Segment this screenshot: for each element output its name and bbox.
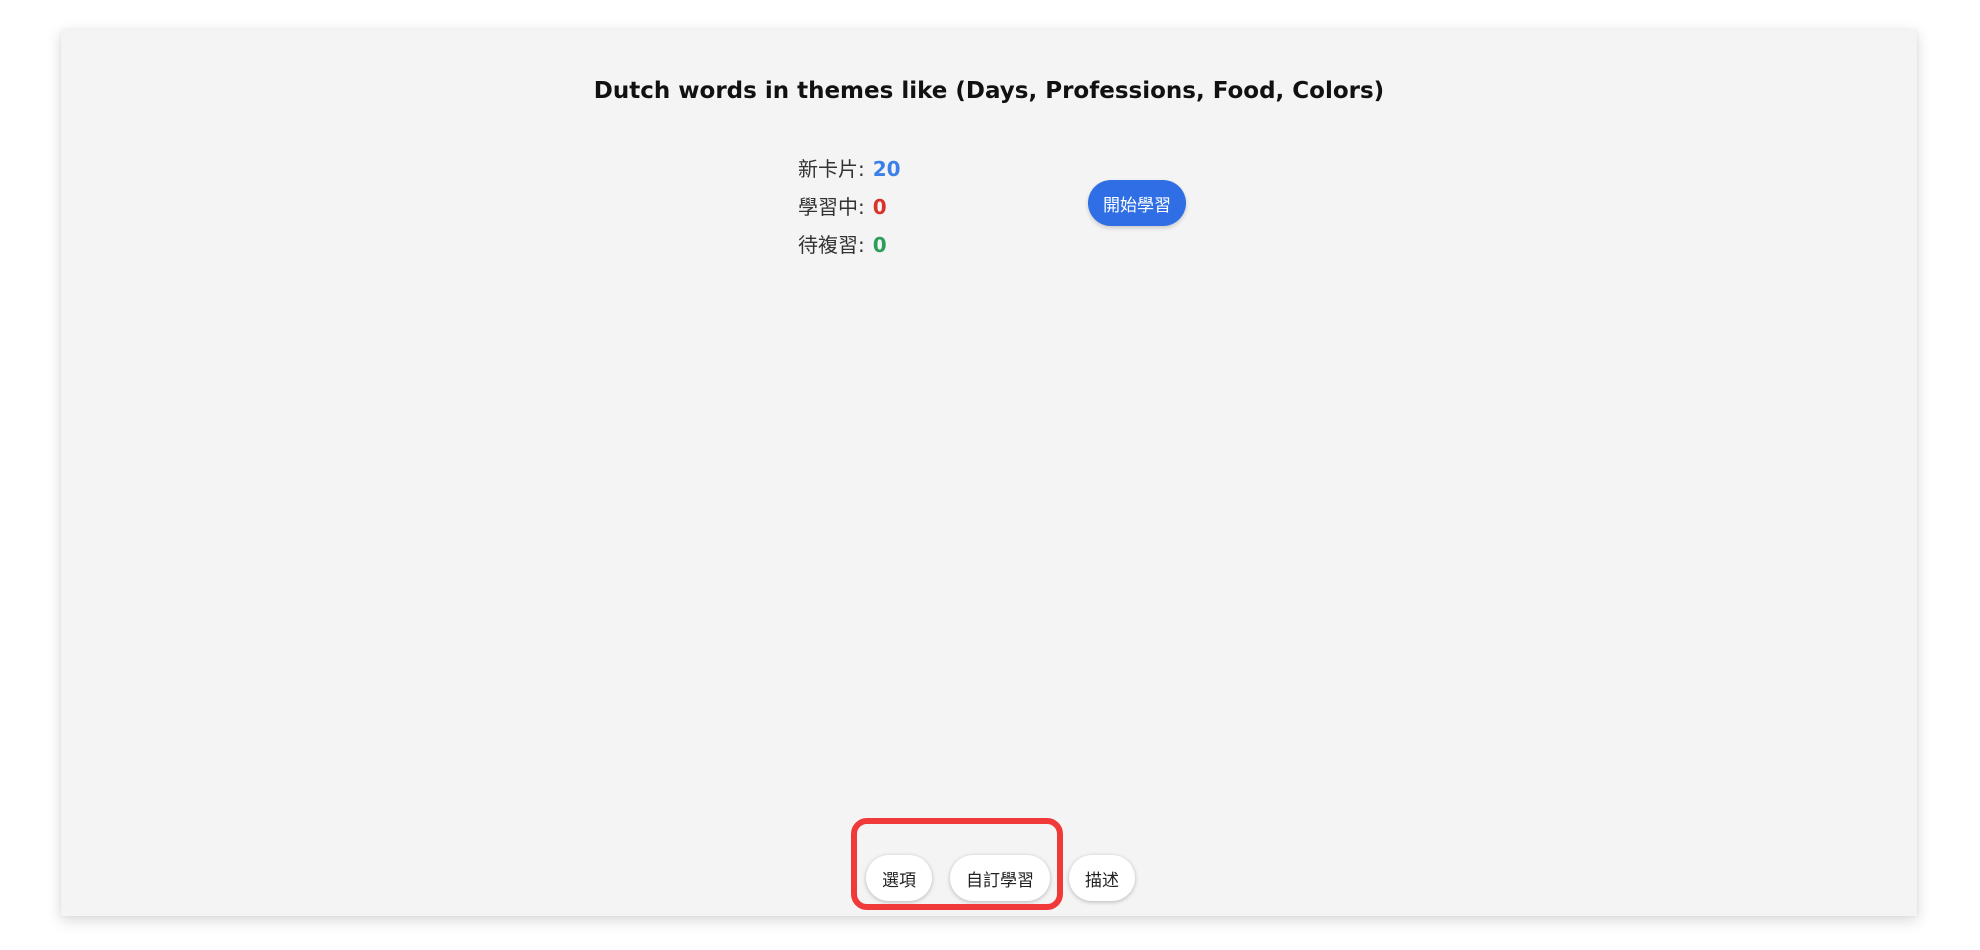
deck-title: Dutch words in themes like (Days, Profes… <box>593 78 1385 104</box>
options-button[interactable]: 選項 <box>866 855 932 901</box>
stat-learning-value: 0 <box>872 195 887 219</box>
deck-stats: 新卡片: 20 學習中: 0 待複習: 0 <box>798 150 901 264</box>
stat-learning-label: 學習中: <box>798 195 865 219</box>
describe-button[interactable]: 描述 <box>1069 855 1135 901</box>
stat-new-cards: 新卡片: 20 <box>798 150 901 188</box>
deck-bottom-bar: 選項 自訂學習 描述 <box>61 855 1917 903</box>
stat-review-label: 待複習: <box>798 233 865 257</box>
custom-study-button[interactable]: 自訂學習 <box>950 855 1050 901</box>
stat-review-cards: 待複習: 0 <box>798 226 901 264</box>
start-study-button[interactable]: 開始學習 <box>1088 180 1186 226</box>
stat-new-label: 新卡片: <box>798 157 865 181</box>
stat-learning-cards: 學習中: 0 <box>798 188 901 226</box>
stat-review-value: 0 <box>872 233 887 257</box>
stat-new-value: 20 <box>872 157 901 181</box>
deck-overview-panel: Dutch words in themes like (Days, Profes… <box>61 30 1917 916</box>
